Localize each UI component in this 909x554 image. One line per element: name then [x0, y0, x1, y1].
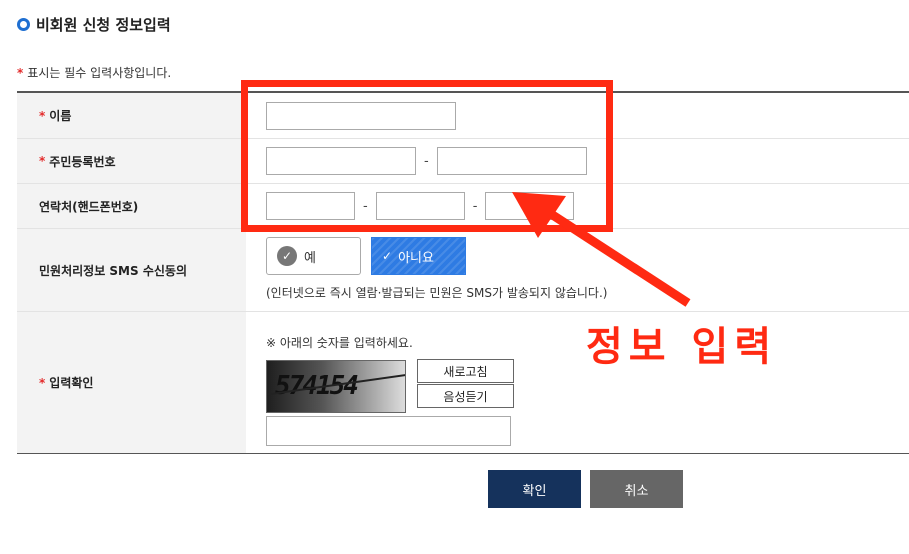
annotation-label: 정보 입력	[586, 324, 778, 370]
annotation-arrow-icon	[512, 192, 691, 307]
